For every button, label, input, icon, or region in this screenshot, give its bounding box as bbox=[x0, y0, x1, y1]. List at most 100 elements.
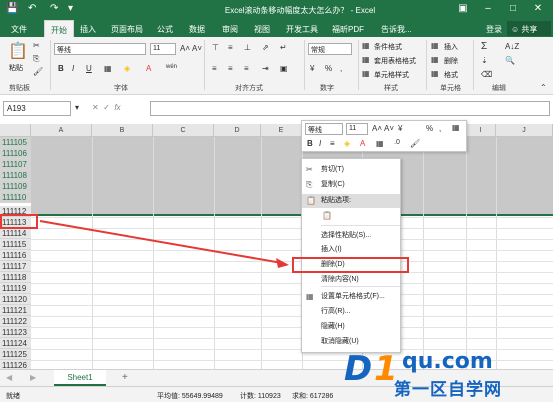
find-select-icon[interactable]: 🔍 bbox=[505, 56, 515, 65]
row-header[interactable]: 111122 bbox=[0, 316, 31, 327]
mini-grow-font-icon[interactable]: A˄ bbox=[372, 124, 382, 133]
mini-format-cells-icon[interactable]: ▦ bbox=[452, 123, 460, 132]
format-painter-icon[interactable]: 🖌 bbox=[33, 67, 43, 76]
close-icon[interactable]: ✕ bbox=[531, 3, 545, 15]
column-header[interactable]: E bbox=[261, 124, 302, 137]
mini-currency-icon[interactable]: ¥ bbox=[398, 124, 402, 133]
maximize-icon[interactable]: □ bbox=[506, 3, 520, 15]
bold-button[interactable]: B bbox=[58, 64, 64, 73]
tab-file[interactable]: 文件 bbox=[11, 24, 27, 35]
borders-icon[interactable]: ▦ bbox=[104, 64, 112, 73]
mini-font-color-icon[interactable]: A bbox=[360, 139, 365, 148]
clear-contents-menu-item[interactable]: 清除内容(N) bbox=[302, 273, 400, 287]
italic-button[interactable]: I bbox=[72, 64, 74, 73]
save-icon[interactable]: 💾 bbox=[6, 3, 18, 15]
font-name-select[interactable]: 等线 bbox=[54, 43, 146, 55]
currency-icon[interactable]: ¥ bbox=[310, 64, 314, 73]
redo-icon[interactable]: ↷ bbox=[50, 3, 58, 15]
orientation-icon[interactable]: ⇗ bbox=[262, 43, 269, 52]
row-header[interactable]: 111118 bbox=[0, 272, 31, 283]
share-button[interactable]: ☺ 共享 bbox=[507, 21, 551, 36]
row-height-menu-item[interactable]: 行高(R)... bbox=[302, 305, 400, 319]
tab-data[interactable]: 数据 bbox=[189, 24, 205, 35]
mini-percent-button[interactable]: % bbox=[426, 124, 433, 133]
hide-menu-item[interactable]: 隐藏(H) bbox=[302, 320, 400, 334]
ribbon-display-icon[interactable]: ▣ bbox=[456, 3, 470, 15]
row-header[interactable]: 111119 bbox=[0, 283, 31, 294]
tab-view[interactable]: 视图 bbox=[254, 24, 270, 35]
fill-icon[interactable]: ⇣ bbox=[481, 56, 488, 65]
column-header[interactable]: D bbox=[214, 124, 261, 137]
tab-home[interactable]: 开始 bbox=[44, 20, 74, 37]
scroll-left-icon[interactable]: ◀ bbox=[6, 373, 12, 382]
row-header[interactable]: 111107 bbox=[0, 159, 31, 170]
conditional-format-button[interactable]: 条件格式 bbox=[374, 42, 402, 52]
clear-icon[interactable]: ⌫ bbox=[481, 70, 492, 79]
enter-icon[interactable]: ✓ bbox=[103, 103, 110, 112]
tab-page-layout[interactable]: 页面布局 bbox=[111, 24, 143, 35]
minimize-icon[interactable]: – bbox=[481, 3, 495, 15]
mini-bold-button[interactable]: B bbox=[307, 139, 313, 148]
new-sheet-button[interactable]: + bbox=[122, 372, 128, 383]
insert-menu-item[interactable]: 插入(I) bbox=[302, 243, 400, 257]
column-header[interactable]: A bbox=[31, 124, 92, 137]
select-all-corner[interactable] bbox=[0, 124, 31, 137]
row-header[interactable]: 111124 bbox=[0, 338, 31, 349]
row-header[interactable]: 111125 bbox=[0, 349, 31, 360]
paste-option-button[interactable]: 📋 bbox=[302, 209, 400, 225]
format-as-table-button[interactable]: 套用表格格式 bbox=[374, 56, 416, 66]
mini-font-size[interactable]: 11 bbox=[346, 123, 368, 135]
paste-special-menu-item[interactable]: 选择性粘贴(S)... bbox=[302, 229, 400, 243]
scroll-right-icon[interactable]: ▶ bbox=[30, 373, 36, 382]
grow-font-icon[interactable]: A˄ bbox=[180, 44, 190, 53]
row-header[interactable]: 111123 bbox=[0, 327, 31, 338]
mini-comma-button[interactable]: , bbox=[439, 124, 441, 133]
comma-button[interactable]: , bbox=[340, 64, 342, 73]
cut-icon[interactable]: ✂ bbox=[33, 41, 40, 50]
name-box[interactable]: A193 bbox=[3, 101, 71, 116]
row-header[interactable]: 111108 bbox=[0, 170, 31, 181]
undo-icon[interactable]: ↶ bbox=[28, 3, 36, 15]
sheet-tab[interactable]: Sheet1 bbox=[54, 370, 106, 386]
customize-icon[interactable]: ▾ bbox=[68, 3, 73, 15]
number-format-select[interactable]: 常规 bbox=[308, 43, 352, 55]
cut-menu-item[interactable]: ✂ 剪切(T) bbox=[302, 163, 400, 177]
namebox-dropdown-icon[interactable]: ▾ bbox=[75, 103, 79, 112]
insert-button[interactable]: 插入 bbox=[444, 42, 458, 52]
percent-button[interactable]: % bbox=[325, 64, 332, 73]
tab-formulas[interactable]: 公式 bbox=[157, 24, 173, 35]
format-cells-menu-item[interactable]: ▦ 设置单元格格式(F)... bbox=[302, 290, 400, 304]
row-header[interactable]: 111120 bbox=[0, 294, 31, 305]
column-header[interactable]: I bbox=[466, 124, 496, 137]
paste-icon[interactable]: 📋 bbox=[8, 41, 28, 61]
align-bottom-icon[interactable]: ⊥ bbox=[244, 43, 251, 52]
mini-font-name[interactable]: 等线 bbox=[305, 123, 343, 135]
merge-center-icon[interactable]: ▣ bbox=[280, 64, 288, 73]
paste-button[interactable]: 粘贴 bbox=[9, 63, 23, 73]
tab-foxit-pdf[interactable]: 福昕PDF bbox=[332, 24, 364, 35]
formula-input[interactable] bbox=[150, 101, 550, 116]
row-header[interactable]: 111117 bbox=[0, 261, 31, 272]
mini-fill-color-icon[interactable]: ◈ bbox=[344, 139, 350, 148]
delete-button[interactable]: 删除 bbox=[444, 56, 458, 66]
autosum-icon[interactable]: Σ bbox=[481, 41, 487, 52]
align-left-icon[interactable]: ≡ bbox=[212, 64, 217, 73]
align-center-icon[interactable]: ≡ bbox=[228, 64, 233, 73]
fx-icon[interactable]: fx bbox=[114, 103, 120, 112]
shrink-font-icon[interactable]: A˅ bbox=[192, 44, 202, 53]
mini-italic-button[interactable]: I bbox=[319, 139, 321, 148]
row-header[interactable]: 111105 bbox=[0, 137, 31, 148]
underline-button[interactable]: U bbox=[86, 64, 92, 73]
row-header[interactable]: 111121 bbox=[0, 305, 31, 316]
copy-icon[interactable]: ⎘ bbox=[33, 54, 39, 64]
column-header[interactable]: B bbox=[92, 124, 153, 137]
worksheet-grid[interactable]: A B C D E F G H I J 11110511110611110711… bbox=[0, 124, 553, 383]
tab-developer[interactable]: 开发工具 bbox=[286, 24, 318, 35]
indent-icon[interactable]: ⇥ bbox=[262, 64, 269, 73]
column-header[interactable]: C bbox=[153, 124, 214, 137]
login-link[interactable]: 登录 bbox=[486, 24, 502, 35]
mini-shrink-font-icon[interactable]: A˅ bbox=[384, 124, 394, 133]
format-button[interactable]: 格式 bbox=[444, 70, 458, 80]
column-header[interactable]: J bbox=[496, 124, 553, 137]
align-right-icon[interactable]: ≡ bbox=[244, 64, 249, 73]
